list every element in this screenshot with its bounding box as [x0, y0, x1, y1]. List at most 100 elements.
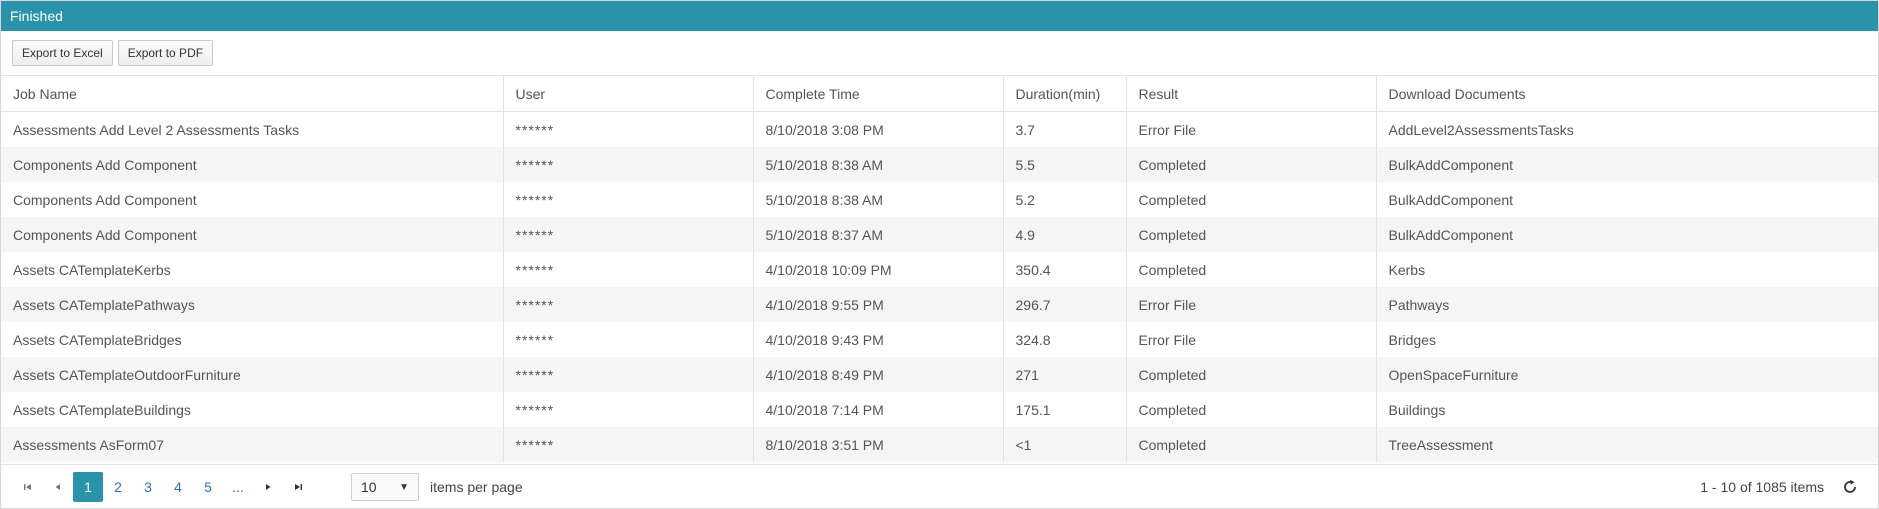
- refresh-icon[interactable]: [1840, 477, 1860, 497]
- result-status: Completed: [1126, 427, 1377, 462]
- table-row[interactable]: Assets CATemplateBuildings ****** 4/10/201…: [1, 392, 1878, 427]
- page-more-ellipsis[interactable]: ...: [223, 472, 253, 502]
- job-name-cell: Assets CATemplateKerbs: [1, 252, 504, 287]
- result-status: Completed: [1126, 357, 1377, 392]
- pagination-info: 1 - 10 of 1085 items: [1700, 479, 1824, 495]
- table-row[interactable]: Assets CATemplateBridges ****** 4/10/2018 …: [1, 322, 1878, 357]
- download-document-link[interactable]: Kerbs: [1376, 252, 1878, 287]
- duration-cell: 271: [1003, 357, 1127, 392]
- complete-time-cell: 5/10/2018 8:38 AM: [753, 182, 1004, 217]
- page-number-1[interactable]: 1: [73, 472, 103, 502]
- download-document-link[interactable]: BulkAddComponent: [1376, 182, 1878, 217]
- user-cell: ******: [503, 427, 754, 462]
- user-cell: ******: [503, 182, 754, 217]
- table-row[interactable]: Components Add Component ****** 5/10/2018 …: [1, 182, 1878, 217]
- export-excel-button[interactable]: Export to Excel: [12, 40, 113, 66]
- user-cell: ******: [503, 392, 754, 427]
- table-row[interactable]: Assets CATemplatePathways ****** 4/10/2018…: [1, 287, 1878, 322]
- user-cell: ******: [503, 147, 754, 182]
- page-number-5[interactable]: 5: [193, 472, 223, 502]
- page-size-value: 10: [361, 479, 377, 495]
- column-header-job-name[interactable]: Job Name: [1, 76, 504, 112]
- download-document-link[interactable]: OpenSpaceFurniture: [1376, 357, 1878, 392]
- result-status: Completed: [1126, 252, 1377, 287]
- grid-toolbar: Export to Excel Export to PDF: [1, 31, 1878, 76]
- complete-time-cell: 8/10/2018 3:51 PM: [753, 427, 1004, 462]
- panel-title: Finished: [1, 1, 1878, 31]
- job-name-cell: Assets CATemplateBuildings: [1, 392, 504, 427]
- page-size-select[interactable]: 10 ▼: [351, 473, 419, 501]
- result-status: Completed: [1126, 392, 1377, 427]
- table-row[interactable]: Assets CATemplateOutdoorFurniture ****** 4…: [1, 357, 1878, 392]
- result-status: Completed: [1126, 182, 1377, 217]
- job-name-cell: Assets CATemplateBridges: [1, 322, 504, 357]
- pagination-bar: 1 2 3 4 5 ... 10 ▼ items per page 1 - 10…: [1, 464, 1878, 509]
- items-per-page-label: items per page: [430, 479, 523, 495]
- complete-time-cell: 8/10/2018 3:08 PM: [753, 111, 1004, 147]
- complete-time-cell: 4/10/2018 9:43 PM: [753, 322, 1004, 357]
- duration-cell: 350.4: [1003, 252, 1127, 287]
- duration-cell: 324.8: [1003, 322, 1127, 357]
- download-document-link[interactable]: BulkAddComponent: [1376, 147, 1878, 182]
- column-header-complete-time[interactable]: Complete Time: [753, 76, 1004, 112]
- user-cell: ******: [503, 252, 754, 287]
- download-document-link[interactable]: BulkAddComponent: [1376, 217, 1878, 252]
- table-row[interactable]: Assessments Add Level 2 Assessments Task…: [1, 111, 1878, 148]
- complete-time-cell: 4/10/2018 8:49 PM: [753, 357, 1004, 392]
- first-page-icon[interactable]: [13, 472, 43, 502]
- complete-time-cell: 5/10/2018 8:37 AM: [753, 217, 1004, 252]
- duration-cell: 3.7: [1003, 111, 1127, 147]
- page-number-4[interactable]: 4: [163, 472, 193, 502]
- job-name-cell: Components Add Component: [1, 147, 504, 182]
- job-name-cell: Components Add Component: [1, 217, 504, 252]
- complete-time-cell: 4/10/2018 9:55 PM: [753, 287, 1004, 322]
- download-document-link[interactable]: Buildings: [1376, 392, 1878, 427]
- last-page-icon[interactable]: [283, 472, 313, 502]
- duration-cell: 296.7: [1003, 287, 1127, 322]
- duration-cell: 5.2: [1003, 182, 1127, 217]
- finished-jobs-panel: Finished Export to Excel Export to PDF J…: [0, 0, 1879, 509]
- table-row[interactable]: Components Add Component ****** 5/10/2018 …: [1, 217, 1878, 252]
- duration-cell: 4.9: [1003, 217, 1127, 252]
- page-number-2[interactable]: 2: [103, 472, 133, 502]
- error-file-link[interactable]: Error File: [1126, 111, 1377, 147]
- column-header-download-documents[interactable]: Download Documents: [1376, 76, 1878, 112]
- column-header-duration[interactable]: Duration(min): [1003, 76, 1127, 112]
- duration-cell: 175.1: [1003, 392, 1127, 427]
- jobs-table: Job Name User Complete Time Duration(min…: [1, 76, 1878, 462]
- complete-time-cell: 4/10/2018 10:09 PM: [753, 252, 1004, 287]
- chevron-down-icon: ▼: [399, 481, 409, 493]
- job-name-cell: Assessments AsForm07: [1, 427, 504, 462]
- duration-cell: <1: [1003, 427, 1127, 462]
- user-cell: ******: [503, 287, 754, 322]
- download-document-link[interactable]: TreeAssessment: [1376, 427, 1878, 462]
- user-cell: ******: [503, 357, 754, 392]
- job-name-cell: Components Add Component: [1, 182, 504, 217]
- error-file-link[interactable]: Error File: [1126, 322, 1377, 357]
- download-document-link[interactable]: Pathways: [1376, 287, 1878, 322]
- job-name-cell: Assets CATemplateOutdoorFurniture: [1, 357, 504, 392]
- job-name-cell: Assessments Add Level 2 Assessments Task…: [1, 111, 504, 147]
- user-cell: ******: [503, 111, 754, 147]
- complete-time-cell: 4/10/2018 7:14 PM: [753, 392, 1004, 427]
- result-status: Completed: [1126, 217, 1377, 252]
- error-file-link[interactable]: Error File: [1126, 287, 1377, 322]
- export-pdf-button[interactable]: Export to PDF: [117, 40, 214, 66]
- table-row[interactable]: Components Add Component ****** 5/10/2018 …: [1, 147, 1878, 182]
- table-header-row: Job Name User Complete Time Duration(min…: [1, 76, 1878, 112]
- table-row[interactable]: Assessments AsForm07 ****** 8/10/2018 3:51…: [1, 427, 1878, 462]
- prev-page-icon[interactable]: [43, 472, 73, 502]
- table-row[interactable]: Assets CATemplateKerbs ****** 4/10/2018 10…: [1, 252, 1878, 287]
- user-cell: ******: [503, 322, 754, 357]
- page-number-3[interactable]: 3: [133, 472, 163, 502]
- duration-cell: 5.5: [1003, 147, 1127, 182]
- column-header-result[interactable]: Result: [1126, 76, 1377, 112]
- job-name-cell: Assets CATemplatePathways: [1, 287, 504, 322]
- download-document-link[interactable]: Bridges: [1376, 322, 1878, 357]
- download-document-link[interactable]: AddLevel2AssessmentsTasks: [1376, 112, 1878, 148]
- user-cell: ******: [503, 217, 754, 252]
- column-header-user[interactable]: User: [503, 76, 754, 112]
- complete-time-cell: 5/10/2018 8:38 AM: [753, 147, 1004, 182]
- result-status: Completed: [1126, 147, 1377, 182]
- next-page-icon[interactable]: [253, 472, 283, 502]
